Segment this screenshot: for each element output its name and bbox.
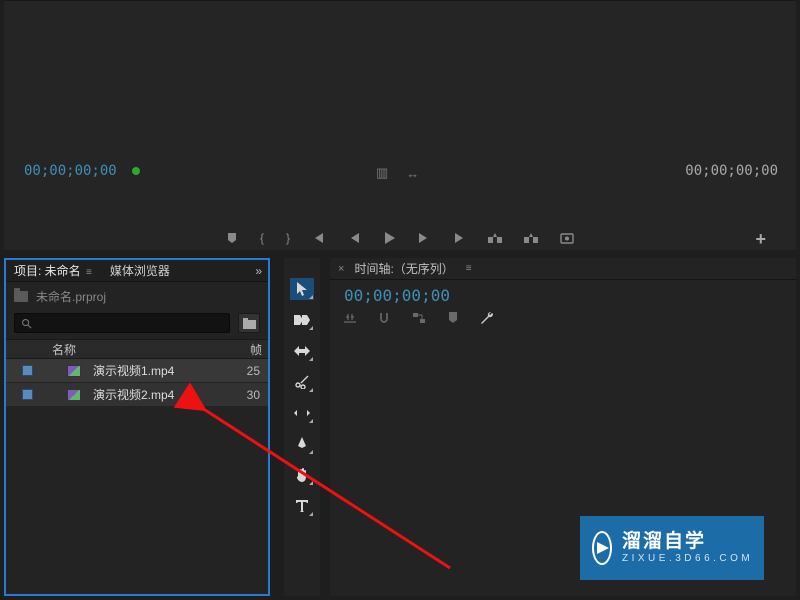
tab-project[interactable]: 项目: 未命名 ≡ (10, 260, 96, 281)
step-forward-icon[interactable] (418, 232, 430, 244)
timeline-toolbar (330, 309, 796, 329)
add-marker-icon[interactable] (226, 232, 238, 244)
timeline-tab-label[interactable]: 时间轴:（无序列） (354, 260, 453, 277)
tool-submenu-icon (309, 357, 313, 361)
video-file-icon (67, 365, 81, 377)
tab-media-browser[interactable]: 媒体浏览器 (106, 260, 174, 281)
settings-dropdown-icon[interactable]: ↔ (406, 166, 419, 181)
track-select-tool[interactable] (290, 309, 314, 331)
tool-palette (284, 258, 320, 596)
tool-submenu-icon (309, 481, 313, 485)
item-framerate: 30 (238, 388, 268, 402)
item-name: 演示视频1.mp4 (93, 362, 238, 379)
project-panel: 项目: 未命名 ≡ 媒体浏览器 » 未命名.prproj 名称 帧 演示视频1.… (4, 258, 270, 596)
program-monitor: 00;00;00;00 00;00;00;00 ▥ ↔ { } (4, 0, 796, 250)
mark-in-icon[interactable]: { (260, 231, 264, 245)
column-framerate[interactable]: 帧 (238, 341, 268, 358)
timeline-tabs: × 时间轴:（无序列） ≡ (330, 258, 796, 280)
monitor-display-options: ▥ ↔ (376, 165, 419, 181)
type-tool[interactable] (290, 495, 314, 517)
ripple-edit-tool[interactable] (290, 340, 314, 362)
mark-out-icon[interactable]: } (286, 231, 290, 245)
export-frame-icon[interactable] (560, 232, 574, 244)
tool-submenu-icon (309, 388, 313, 392)
video-file-icon (67, 389, 81, 401)
watermark-logo-icon (592, 531, 612, 565)
monitor-timecode-in[interactable]: 00;00;00;00 (24, 163, 117, 179)
bin-icon (14, 291, 28, 302)
project-panel-tabs: 项目: 未命名 ≡ 媒体浏览器 » (6, 260, 268, 282)
linked-selection-icon[interactable] (412, 312, 426, 327)
watermark-title: 溜溜自学 (622, 531, 753, 554)
go-to-in-icon[interactable] (312, 232, 326, 244)
timeline-playhead-timecode[interactable]: 00;00;00;00 (330, 280, 796, 309)
pen-tool[interactable] (290, 433, 314, 455)
timeline-settings-icon[interactable] (480, 311, 494, 328)
razor-tool[interactable] (290, 371, 314, 393)
slip-tool[interactable] (290, 402, 314, 424)
project-file-row: 未命名.prproj (6, 282, 268, 311)
tabs-overflow-icon[interactable]: » (255, 264, 262, 278)
button-editor-icon[interactable]: + (755, 229, 766, 250)
tool-submenu-icon (309, 512, 313, 516)
monitor-timecode-duration: 00;00;00;00 (685, 163, 778, 179)
lift-icon[interactable] (488, 232, 502, 244)
extract-icon[interactable] (524, 232, 538, 244)
snap-icon[interactable] (378, 312, 390, 327)
add-marker-icon[interactable] (448, 312, 458, 327)
project-list-header: 名称 帧 (6, 339, 268, 359)
hand-tool[interactable] (290, 464, 314, 486)
label-color-chip[interactable] (22, 389, 33, 400)
insert-sequence-icon[interactable] (344, 312, 356, 327)
tool-submenu-icon (309, 419, 313, 423)
project-file-name: 未命名.prproj (36, 288, 106, 305)
tool-submenu-icon (309, 450, 313, 454)
project-item-row[interactable]: 演示视频1.mp4 25 (6, 359, 268, 383)
transport-controls: { } (4, 226, 796, 250)
select-zoom-icon[interactable]: ▥ (376, 165, 388, 181)
tool-submenu-icon (309, 326, 313, 330)
play-icon[interactable] (382, 231, 396, 245)
tab-project-label: 项目: 未命名 (14, 264, 81, 278)
step-back-icon[interactable] (348, 232, 360, 244)
project-item-list: 演示视频1.mp4 25 演示视频2.mp4 30 (6, 359, 268, 407)
tool-submenu-icon (309, 295, 313, 299)
column-name[interactable]: 名称 (6, 341, 238, 358)
panel-menu-icon[interactable]: ≡ (86, 267, 92, 278)
item-name: 演示视频2.mp4 (93, 386, 238, 403)
go-to-out-icon[interactable] (452, 232, 466, 244)
item-framerate: 25 (238, 364, 268, 378)
watermark-url: ZIXUE.3D66.COM (622, 553, 753, 565)
close-tab-icon[interactable]: × (338, 263, 344, 275)
selection-tool[interactable] (290, 278, 314, 300)
dropped-frame-indicator (132, 167, 140, 175)
label-color-chip[interactable] (22, 365, 33, 376)
watermark: 溜溜自学 ZIXUE.3D66.COM (580, 516, 764, 580)
new-bin-button[interactable] (238, 313, 260, 333)
panel-menu-icon[interactable]: ≡ (466, 263, 472, 274)
project-item-row[interactable]: 演示视频2.mp4 30 (6, 383, 268, 407)
project-search-row (6, 311, 268, 339)
search-input[interactable] (14, 313, 230, 333)
